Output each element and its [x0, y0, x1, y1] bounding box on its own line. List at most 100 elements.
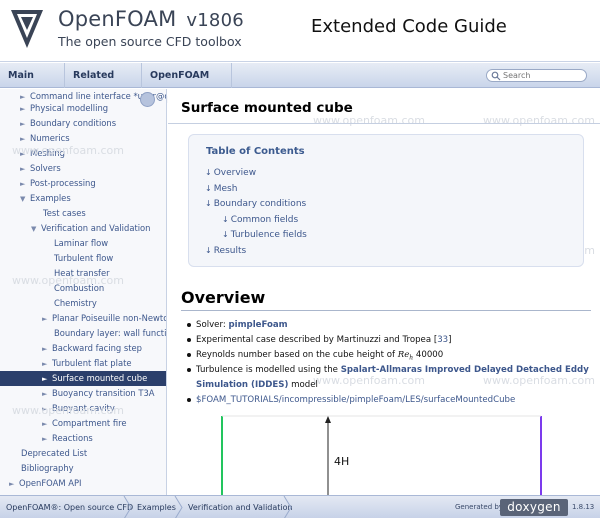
bullet-text: model: [288, 380, 318, 390]
tree-item-boundary-conditions[interactable]: ► Boundary conditions: [20, 116, 116, 131]
tree-expand-icon[interactable]: ►: [20, 162, 30, 177]
tree-item-label: Numerics: [30, 133, 70, 143]
tree-item-surface-mounted-cube[interactable]: ► Surface mounted cube: [0, 371, 166, 386]
tree-expand-icon[interactable]: ►: [42, 417, 52, 432]
tree-item-chemistry[interactable]: Chemistry: [54, 296, 97, 311]
tree-item-laminar-flow[interactable]: Laminar flow: [54, 236, 108, 251]
toc-link-label: Turbulence fields: [230, 230, 307, 240]
page-header: OpenFOAM v1806 The open source CFD toolbo…: [0, 0, 600, 62]
toc-link-boundary-conditions[interactable]: ↓ Boundary conditions: [205, 199, 306, 209]
bullet-text: ]: [448, 335, 452, 345]
tree-expand-icon[interactable]: ►: [42, 357, 52, 372]
search-icon[interactable]: [491, 71, 501, 81]
tree-item-label: Deprecated List: [21, 448, 88, 458]
openfoam-logo-icon: [11, 10, 43, 48]
tree-item-label: Post-processing: [30, 178, 96, 188]
search-input[interactable]: [503, 70, 583, 81]
toc-link-label: Overview: [213, 168, 257, 178]
tree-expand-icon[interactable]: ►: [42, 387, 52, 402]
toc-link-label: Common fields: [230, 215, 299, 225]
tree-item-solvers[interactable]: ► Solvers: [20, 161, 61, 176]
tree-item-verification-validation[interactable]: ▼ Verification and Validation: [31, 221, 151, 236]
doxygen-version: 1.8.13: [572, 503, 595, 511]
toc-arrow-icon: ↓: [205, 168, 212, 177]
iddes-link-cont[interactable]: Simulation (IDDES): [196, 380, 288, 390]
tree-item-label: Turbulent flat plate: [52, 358, 132, 368]
tree-item-label: Examples: [30, 193, 71, 203]
tree-item-post-processing[interactable]: ► Post-processing: [20, 176, 96, 191]
tree-item-turbulent-flow[interactable]: Turbulent flow: [54, 251, 113, 266]
bullet-text: Reynolds number based on the cube height…: [196, 350, 398, 360]
nav-openfoam-api[interactable]: OpenFOAM API▼: [142, 63, 232, 106]
toc-link-label: Results: [213, 246, 247, 256]
tree-collapse-icon[interactable]: ▼: [31, 222, 41, 237]
tree-collapse-icon[interactable]: ▼: [20, 192, 30, 207]
tree-item-planar-poiseuille[interactable]: ► Planar Poiseuille non-Newtoni: [42, 311, 167, 327]
tree-item-physical-modelling[interactable]: ► Physical modelling: [20, 101, 108, 116]
tree-item-label: Planar Poiseuille non-Newtoni: [52, 313, 167, 323]
version-label: v1806: [186, 10, 244, 31]
toc-arrow-icon: ↓: [222, 230, 229, 239]
tree-expand-icon[interactable]: ►: [42, 372, 52, 387]
overview-heading: Overview: [181, 288, 266, 307]
tree-item-label: Chemistry: [54, 298, 97, 308]
breadcrumb-verification[interactable]: Verification and Validation: [182, 496, 293, 518]
tree-item-label: Verification and Validation: [41, 223, 151, 233]
generated-by-label: Generated by: [455, 503, 503, 511]
toc-arrow-icon: ↓: [205, 199, 212, 208]
table-of-contents: Table of Contents ↓ Overview ↓ Mesh ↓ Bound…: [188, 134, 584, 267]
search-box[interactable]: [486, 69, 587, 82]
reynolds-symbol: Reh: [398, 350, 413, 362]
tree-item-test-cases[interactable]: Test cases: [43, 206, 86, 221]
bullet-text: Solver:: [196, 320, 229, 330]
tree-item-deprecated-list[interactable]: Deprecated List: [21, 446, 87, 461]
toc-link-mesh[interactable]: ↓ Mesh: [205, 184, 237, 194]
breadcrumb-examples[interactable]: Examples: [131, 496, 176, 518]
guide-title: Extended Code Guide: [311, 16, 507, 37]
toc-link-overview[interactable]: ↓ Overview: [205, 168, 256, 178]
iddes-link[interactable]: Spalart-Allmaras Improved Delayed Detach…: [341, 365, 589, 375]
toc-link-results[interactable]: ↓ Results: [205, 246, 246, 256]
toc-arrow-icon: ↓: [205, 184, 212, 193]
tree-item-bibliography[interactable]: Bibliography: [21, 461, 74, 476]
tree-item-turbulent-flat-plate[interactable]: ► Turbulent flat plate: [42, 356, 132, 371]
tree-expand-icon[interactable]: ►: [20, 177, 30, 192]
solver-link[interactable]: pimpleFoam: [228, 320, 287, 330]
sync-toggle-button[interactable]: [140, 92, 155, 107]
main-content: www.openfoam.com www.openfoam.com www.op…: [168, 89, 600, 495]
bullet-turbulence-cont: Simulation (IDDES) model: [196, 378, 318, 392]
citation-link[interactable]: 33: [437, 335, 448, 345]
tree-item-label: Backward facing step: [52, 343, 143, 353]
tree-item-label: OpenFOAM API: [19, 478, 82, 488]
bullet-text: Experimental case described by Martinuzz…: [196, 335, 438, 345]
toc-link-common-fields[interactable]: ↓ Common fields: [222, 215, 298, 225]
tree-item-compartment-fire[interactable]: ► Compartment fire: [42, 416, 127, 431]
tree-item-reactions[interactable]: ► Reactions: [42, 431, 93, 446]
tree-item-examples[interactable]: ▼ Examples: [20, 191, 71, 206]
toc-link-turbulence-fields[interactable]: ↓ Turbulence fields: [222, 230, 307, 240]
tree-expand-icon[interactable]: ►: [9, 477, 19, 492]
tree-item-openfoam-api[interactable]: ► OpenFOAM API: [9, 476, 82, 491]
heading-divider: [181, 310, 591, 311]
brand-name: OpenFOAM v1806: [58, 7, 244, 31]
tutorial-path-link[interactable]: $FOAM_TUTORIALS/incompressible/pimpleFoa…: [196, 395, 515, 405]
tree-expand-icon[interactable]: ►: [20, 102, 30, 117]
tree-item-label: Bibliography: [21, 463, 74, 473]
doxygen-logo[interactable]: doxygen: [500, 499, 568, 516]
nav-related-pages[interactable]: Related Pages: [65, 63, 142, 106]
tree-item-backward-facing-step[interactable]: ► Backward facing step: [42, 341, 142, 356]
tree-expand-icon[interactable]: ►: [20, 117, 30, 132]
breadcrumb-label: Examples: [137, 503, 176, 512]
toc-arrow-icon: ↓: [222, 215, 229, 224]
nav-main-page[interactable]: Main Page: [0, 63, 65, 106]
toc-link-label: Boundary conditions: [213, 199, 307, 209]
tree-item-buoyancy-transition[interactable]: ► Buoyancy transition T3A: [42, 386, 155, 401]
brand-label: OpenFOAM: [58, 7, 177, 31]
toc-title: Table of Contents: [206, 146, 305, 157]
tree-item-label: Solvers: [30, 163, 61, 173]
tree-item-boundary-layer[interactable]: Boundary layer: wall functions: [54, 326, 166, 341]
tree-expand-icon[interactable]: ►: [42, 342, 52, 357]
tree-expand-icon[interactable]: ►: [42, 312, 52, 327]
tree-expand-icon[interactable]: ►: [42, 432, 52, 447]
breadcrumb-home[interactable]: OpenFOAM®: Open source CFD: [0, 496, 133, 518]
